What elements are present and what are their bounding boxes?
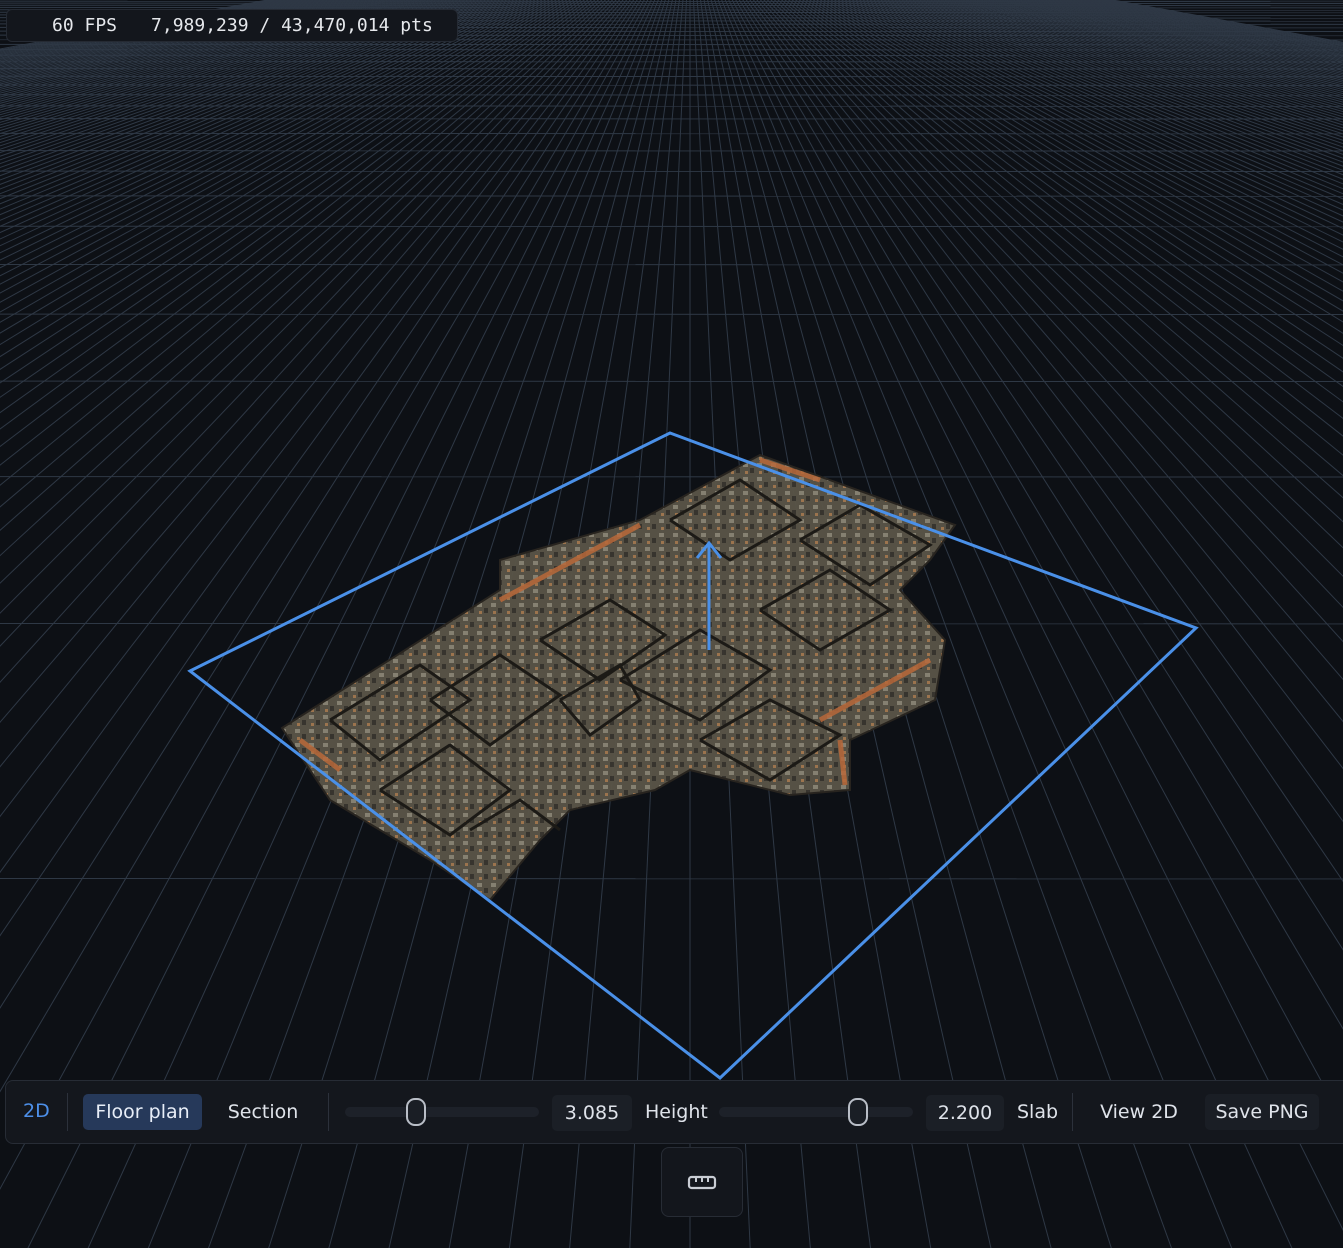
section-button[interactable]: Section (216, 1094, 310, 1130)
point-cloud-scene (187, 431, 1199, 1080)
slab-value[interactable]: 2.200 (926, 1095, 1004, 1131)
point-count: 7,989,239 / 43,470,014 pts (151, 15, 433, 36)
slab-slider-thumb[interactable] (848, 1098, 868, 1126)
slab-label: Slab (1017, 1101, 1059, 1123)
ruler-icon (687, 1175, 717, 1190)
height-slider-track[interactable] (345, 1107, 539, 1117)
toolbar-divider (1072, 1093, 1073, 1131)
save-png-button[interactable]: Save PNG (1205, 1094, 1319, 1130)
height-label: Height (645, 1101, 708, 1123)
slab-slider-track[interactable] (719, 1107, 913, 1117)
height-value[interactable]: 3.085 (552, 1095, 632, 1131)
point-cloud-building (280, 453, 957, 902)
toolbar-divider (67, 1093, 68, 1131)
stats-overlay: 60 FPS 7,989,239 / 43,470,014 pts (6, 9, 458, 42)
toolbar-divider (328, 1093, 329, 1131)
view-2d-button[interactable]: View 2D (1089, 1094, 1189, 1130)
bottom-toolbar: 2D Floor plan Section 3.085 Height 2.200… (5, 1080, 1343, 1144)
floor-plan-button[interactable]: Floor plan (83, 1094, 202, 1130)
fps-counter: 60 FPS (52, 15, 118, 36)
mode-2d-label[interactable]: 2D (23, 1100, 50, 1122)
height-slider-thumb[interactable] (406, 1098, 426, 1126)
point-cloud-viewport[interactable] (0, 0, 1343, 1248)
measure-button[interactable] (661, 1147, 743, 1217)
